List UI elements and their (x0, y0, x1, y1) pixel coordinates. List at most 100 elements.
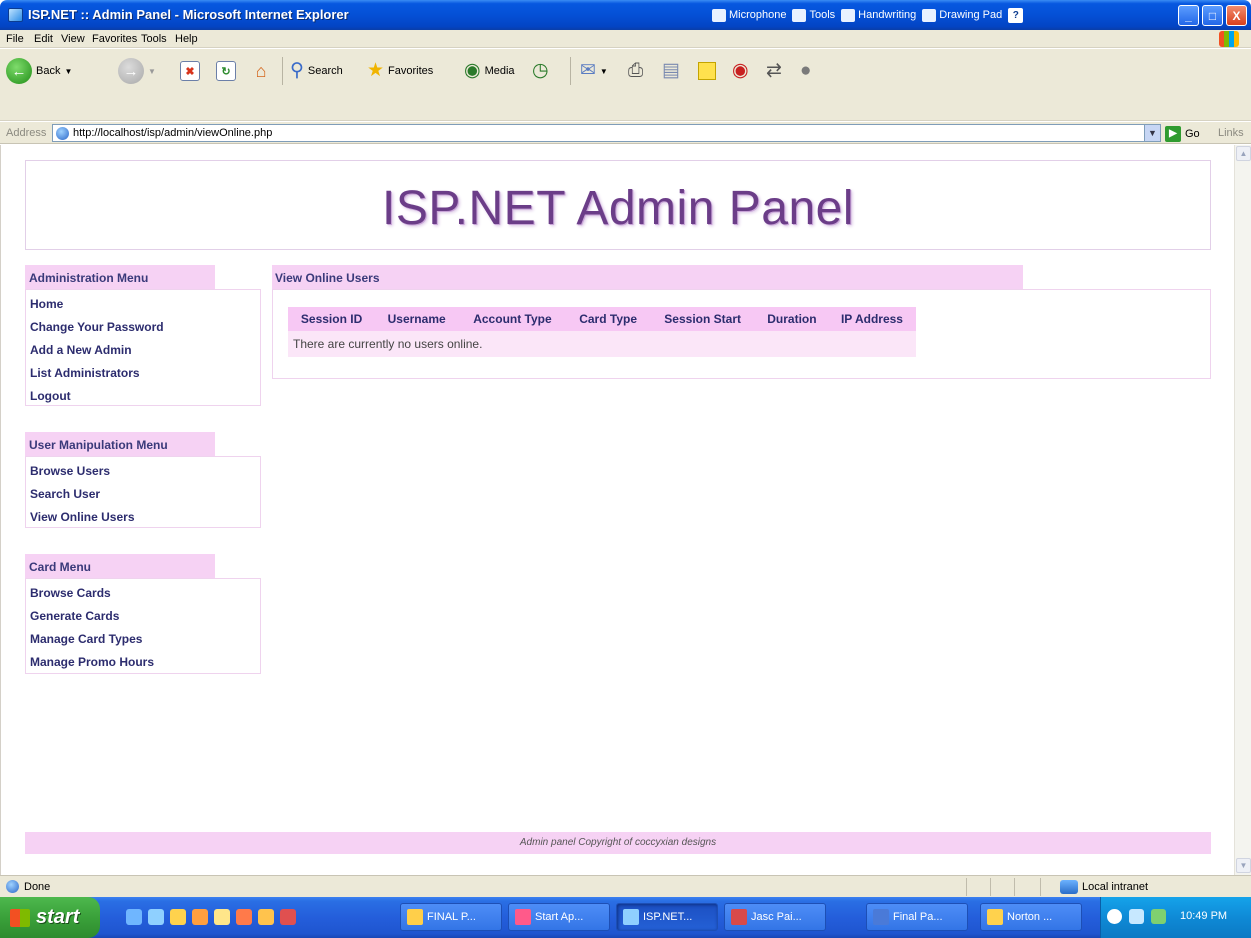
print-button[interactable]: ⎙ (628, 55, 643, 87)
scroll-down-icon[interactable]: ▼ (1236, 858, 1251, 873)
start-button[interactable]: start (0, 897, 100, 938)
ie-app-icon[interactable] (8, 8, 23, 22)
task-label: Norton ... (1007, 911, 1053, 923)
close-button[interactable]: X (1226, 5, 1247, 26)
menu-link-add-admin[interactable]: Add a New Admin (30, 339, 256, 362)
back-button[interactable]: ← Back ▼ (6, 55, 72, 87)
window-title-bar[interactable]: ISP.NET :: Admin Panel - Microsoft Inter… (0, 0, 1251, 30)
address-input[interactable]: http://localhost/isp/admin/viewOnline.ph… (52, 124, 1161, 142)
card-menu-heading: Card Menu (25, 554, 215, 578)
tools-icon (792, 8, 807, 22)
menu-link-manage-promo-hours[interactable]: Manage Promo Hours (30, 651, 256, 674)
taskbar-item-isp-net[interactable]: ISP.NET... (616, 903, 718, 931)
media-button[interactable]: ◉ Media (464, 55, 515, 87)
page-icon (56, 127, 69, 140)
address-dropdown-icon[interactable]: ▼ (1144, 125, 1160, 141)
taskbar-item-final-pa[interactable]: Final Pa... (866, 903, 968, 931)
language-bar-help-icon[interactable]: ? (1008, 7, 1024, 23)
menu-file[interactable]: File (6, 33, 24, 45)
back-label: Back (36, 65, 61, 77)
links-button[interactable]: Links (1218, 127, 1244, 139)
task-label: ISP.NET... (643, 911, 693, 923)
taskbar-item-start-ap[interactable]: Start Ap... (508, 903, 610, 931)
history-icon: ◷ (532, 60, 549, 81)
menu-link-list-administrators[interactable]: List Administrators (30, 362, 256, 385)
taskbar-item-norton[interactable]: Norton ... (980, 903, 1082, 931)
favorites-button[interactable]: ★ Favorites (367, 55, 433, 87)
quick-launch-app-icon[interactable] (192, 909, 208, 925)
quick-launch-player-icon[interactable] (170, 909, 186, 925)
minimize-button[interactable]: _ (1178, 5, 1199, 26)
column-duration: Duration (755, 307, 828, 331)
translate-button[interactable]: ⇄ (766, 55, 782, 87)
menu-link-browse-users[interactable]: Browse Users (30, 460, 256, 483)
language-bar-drawing-pad[interactable]: Drawing Pad (922, 8, 1002, 22)
back-dropdown-icon[interactable]: ▼ (64, 67, 72, 76)
quick-launch-folder-icon[interactable] (258, 909, 274, 925)
edit-button[interactable]: ▤ (662, 55, 680, 87)
online-users-panel: Session ID Username Account Type Card Ty… (272, 289, 1211, 379)
taskbar: start FINAL P... Start Ap... ISP.NET... … (0, 897, 1251, 938)
menu-tools[interactable]: Tools (141, 33, 167, 45)
menu-link-change-password[interactable]: Change Your Password (30, 316, 256, 339)
standard-toolbar: ← Back ▼ → ▼ ✖ ↻ ⌂ ⚲ Search ★ Favorites … (0, 49, 1251, 121)
taskbar-item-final-p[interactable]: FINAL P... (400, 903, 502, 931)
language-bar-handwriting[interactable]: Handwriting (841, 8, 916, 22)
column-card-type: Card Type (566, 307, 650, 331)
scroll-up-icon[interactable]: ▲ (1236, 146, 1251, 161)
user-menu-heading: User Manipulation Menu (25, 432, 215, 456)
home-button[interactable]: ⌂ (250, 55, 272, 87)
admin-menu-heading: Administration Menu (25, 265, 215, 289)
taskbar-clock[interactable]: 10:49 PM (1180, 910, 1227, 922)
quick-launch-explorer-icon[interactable] (214, 909, 230, 925)
language-bar[interactable]: Microphone Tools Handwriting Drawing Pad… (712, 6, 1024, 24)
tray-expand-icon[interactable] (1107, 909, 1122, 924)
back-arrow-icon: ← (6, 58, 32, 84)
status-page-icon (6, 880, 19, 893)
vertical-scrollbar[interactable]: ▲ ▼ (1234, 145, 1251, 875)
refresh-button[interactable]: ↻ (216, 55, 236, 87)
menu-link-generate-cards[interactable]: Generate Cards (30, 605, 256, 628)
quick-launch-tool-icon[interactable] (280, 909, 296, 925)
forward-dropdown-icon[interactable]: ▼ (148, 67, 156, 76)
menu-help[interactable]: Help (175, 33, 198, 45)
forward-button[interactable]: → ▼ (118, 55, 156, 87)
address-url[interactable]: http://localhost/isp/admin/viewOnline.ph… (73, 127, 272, 139)
menu-link-home[interactable]: Home (30, 293, 256, 316)
mail-button[interactable]: ✉ ▼ (580, 55, 608, 87)
research-button[interactable]: ◉ (732, 55, 749, 87)
quick-launch-media-icon[interactable] (236, 909, 252, 925)
taskbar-item-jasc-paint[interactable]: Jasc Pai... (724, 903, 826, 931)
menu-link-logout[interactable]: Logout (30, 385, 256, 408)
menu-link-search-user[interactable]: Search User (30, 483, 256, 506)
toolbar-separator (570, 57, 571, 85)
messenger-button[interactable]: ● (800, 55, 811, 87)
menu-edit[interactable]: Edit (34, 33, 53, 45)
language-bar-microphone[interactable]: Microphone (712, 8, 786, 22)
language-bar-tools[interactable]: Tools (792, 8, 836, 22)
print-icon: ⎙ (628, 60, 644, 81)
tray-app-icon[interactable] (1151, 909, 1166, 924)
status-divider (1014, 878, 1015, 896)
notes-button[interactable] (698, 55, 716, 87)
tools-label: Tools (809, 9, 836, 21)
go-button[interactable]: ▶ Go (1165, 125, 1200, 142)
maximize-button[interactable]: □ (1202, 5, 1223, 26)
menu-view[interactable]: View (61, 33, 85, 45)
search-button[interactable]: ⚲ Search (290, 55, 343, 87)
quick-launch-ie-icon[interactable] (126, 909, 142, 925)
forward-arrow-icon: → (118, 58, 144, 84)
quick-launch-desktop-icon[interactable] (148, 909, 164, 925)
history-button[interactable]: ◷ (532, 55, 549, 87)
stop-button[interactable]: ✖ (180, 55, 200, 87)
table-header-row: Session ID Username Account Type Card Ty… (288, 307, 916, 331)
menu-link-view-online-users[interactable]: View Online Users (30, 506, 256, 529)
menu-favorites[interactable]: Favorites (92, 33, 137, 45)
security-zone[interactable]: Local intranet (1060, 880, 1148, 894)
mail-icon: ✉ (580, 60, 596, 81)
menu-link-manage-card-types[interactable]: Manage Card Types (30, 628, 256, 651)
mail-dropdown-icon[interactable]: ▼ (600, 67, 608, 76)
menu-link-browse-cards[interactable]: Browse Cards (30, 582, 256, 605)
tray-network-icon[interactable] (1129, 909, 1144, 924)
norton-icon (987, 909, 1003, 925)
